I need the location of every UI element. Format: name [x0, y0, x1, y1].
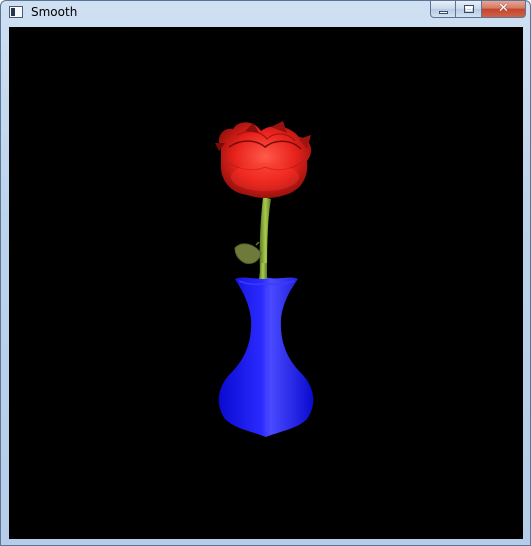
close-button[interactable]: ✕	[482, 1, 526, 18]
render-canvas[interactable]	[9, 27, 523, 539]
app-window: Smooth ✕	[0, 0, 531, 546]
rose-leaf	[234, 243, 262, 264]
vase	[218, 277, 314, 437]
app-window-icon[interactable]	[9, 6, 23, 18]
minimize-button[interactable]	[430, 1, 456, 18]
minimize-icon	[439, 11, 448, 14]
title-bar[interactable]: Smooth ✕	[1, 1, 530, 25]
maximize-button[interactable]	[456, 1, 482, 18]
restore-icon	[464, 5, 474, 13]
close-icon: ✕	[498, 1, 509, 16]
window-title: Smooth	[31, 5, 78, 19]
rose-vase-scene	[215, 121, 314, 437]
rose-bloom	[215, 121, 312, 198]
caption-buttons: ✕	[430, 1, 526, 19]
